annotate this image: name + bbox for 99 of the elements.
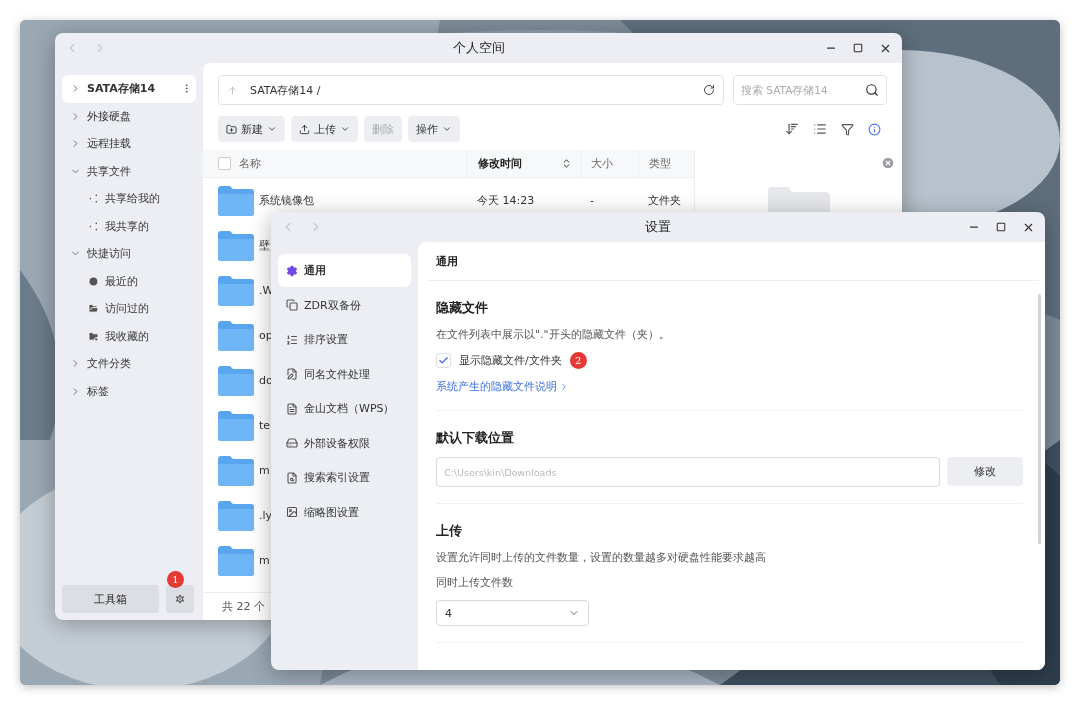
sidebar-item[interactable]: 文件分类 xyxy=(62,350,196,378)
info-icon[interactable] xyxy=(868,122,881,136)
section-title: 默认下载位置 xyxy=(436,429,514,447)
folder-icon xyxy=(218,365,254,396)
checkbox-label[interactable]: 显示隐藏文件/文件夹 xyxy=(459,353,562,368)
sidebar-item[interactable]: 我收藏的 xyxy=(62,322,196,350)
caret-icon xyxy=(267,124,277,134)
file-name[interactable]: 壁 xyxy=(259,238,270,253)
search-icon[interactable] xyxy=(865,83,879,97)
section-description: 设置允许同时上传的文件数量，设置的数量越多对硬盘性能要求越高 xyxy=(436,550,766,565)
folder-icon xyxy=(218,410,254,441)
folder-icon xyxy=(218,545,254,576)
table-cell-text: 文件夹 xyxy=(647,193,682,208)
folder-heart-icon xyxy=(88,330,99,342)
share-icon xyxy=(88,193,99,205)
upload-count-select[interactable]: 4 xyxy=(436,600,589,626)
file-search-icon xyxy=(286,471,298,484)
folder-icon xyxy=(218,455,254,486)
sidebar-item[interactable]: 远程挂载 xyxy=(62,130,196,158)
settings-nav-item[interactable]: 排序设置 xyxy=(278,323,411,356)
settings-nav-item[interactable]: 同名文件处理 xyxy=(278,357,411,391)
share-icon xyxy=(88,220,99,232)
maximize-icon[interactable] xyxy=(996,222,1006,232)
image-icon xyxy=(286,506,298,518)
file-name[interactable]: .ly xyxy=(259,509,273,522)
window-title: 个人空间 xyxy=(452,39,505,57)
sidebar-item[interactable]: 共享给我的 xyxy=(62,185,196,213)
folder-icon xyxy=(218,185,254,216)
toolbar-button[interactable]: 新建 xyxy=(218,116,285,142)
caret-icon xyxy=(340,124,350,134)
table-cell-text: - xyxy=(589,194,595,207)
up-icon[interactable] xyxy=(227,84,238,96)
list-icon xyxy=(286,333,298,346)
toolbar-button[interactable]: 上传 xyxy=(291,116,358,142)
search-field[interactable]: 搜索 SATA存储14 xyxy=(733,75,887,105)
list-view-icon[interactable] xyxy=(813,122,827,136)
help-link[interactable]: 系统产生的隐藏文件说明 xyxy=(436,379,569,394)
window-title: 设置 xyxy=(645,218,671,236)
settings-icon xyxy=(174,593,186,605)
filter-icon[interactable] xyxy=(841,122,854,136)
section-title: 隐藏文件 xyxy=(436,299,488,317)
sort-arrows-icon[interactable] xyxy=(561,158,572,169)
column-header[interactable]: 修改时间 xyxy=(467,150,580,177)
toolbox-button[interactable]: 工具箱 xyxy=(62,585,159,613)
settings-button[interactable] xyxy=(166,585,194,613)
copy-icon xyxy=(286,299,298,311)
scrollbar[interactable] xyxy=(1038,294,1041,544)
select-all-checkbox[interactable] xyxy=(218,157,231,170)
settings-nav-item[interactable]: 缩略图设置 xyxy=(278,495,411,529)
folder-plus-icon xyxy=(226,123,237,135)
drive-icon xyxy=(286,437,298,449)
check-icon xyxy=(438,355,449,366)
upload-icon xyxy=(299,123,310,135)
download-path-field[interactable]: C:\Users\kin\Downloads xyxy=(436,457,940,487)
section-description: 在文件列表中展示以"."开头的隐藏文件（夹）。 xyxy=(436,327,670,342)
modify-button[interactable]: 修改 xyxy=(947,457,1023,486)
panel-title: 通用 xyxy=(436,253,458,269)
file-name[interactable]: 系统镜像包 xyxy=(259,193,314,208)
sidebar-item[interactable]: 外接硬盘 xyxy=(62,102,196,130)
file-edit-icon xyxy=(286,368,298,380)
file-name[interactable]: te xyxy=(259,419,271,432)
sidebar-item[interactable]: 快捷访问 xyxy=(62,240,196,268)
settings-nav-item[interactable]: 搜索索引设置 xyxy=(278,461,411,494)
settings-nav-item[interactable]: 外部设备权限 xyxy=(278,426,411,460)
sidebar-item[interactable]: 访问过的 xyxy=(62,295,196,323)
sidebar-item[interactable]: 共享文件 xyxy=(62,157,196,185)
chevron-right-icon xyxy=(559,381,569,392)
refresh-icon[interactable] xyxy=(703,84,715,96)
settings-nav-item[interactable]: 通用 xyxy=(278,254,411,287)
table-cell-text: 今天 14:23 xyxy=(476,193,536,208)
sort-icon[interactable] xyxy=(785,122,799,136)
sidebar-item[interactable]: SATA存储14 xyxy=(62,75,196,103)
settings-nav-item[interactable]: 金山文档（WPS） xyxy=(278,392,411,425)
checkbox[interactable] xyxy=(436,353,451,368)
column-header[interactable]: 类型 xyxy=(638,150,695,177)
field-label: 同时上传文件数 xyxy=(436,575,513,590)
settings-nav-item[interactable]: ZDR双备份 xyxy=(278,288,411,322)
folder-icon xyxy=(218,230,254,261)
folder-icon xyxy=(218,500,254,531)
sidebar-item[interactable]: 标签 xyxy=(62,377,196,405)
file-name[interactable]: m xyxy=(259,554,270,567)
maximize-icon[interactable] xyxy=(853,43,863,53)
sidebar-item[interactable]: 我共享的 xyxy=(62,212,196,240)
column-header[interactable]: 大小 xyxy=(580,150,638,177)
caret-icon xyxy=(442,124,452,134)
folder-icon xyxy=(218,275,254,306)
document-icon xyxy=(286,402,298,415)
file-name[interactable]: m xyxy=(259,464,270,477)
folder-icon xyxy=(88,303,99,315)
settings-icon xyxy=(286,264,298,277)
item-count: 共 22 个 xyxy=(222,599,265,614)
column-header[interactable]: 名称 xyxy=(203,150,467,177)
toolbar-button[interactable]: 操作 xyxy=(408,116,460,142)
path-bar[interactable]: SATA存储14 / xyxy=(218,75,724,105)
folder-icon xyxy=(218,320,254,351)
section-title: 上传 xyxy=(436,522,462,540)
notification-badge: 2 xyxy=(569,352,587,369)
sidebar-item[interactable]: 最近的 xyxy=(62,267,196,295)
notification-badge: 1 xyxy=(167,571,184,588)
